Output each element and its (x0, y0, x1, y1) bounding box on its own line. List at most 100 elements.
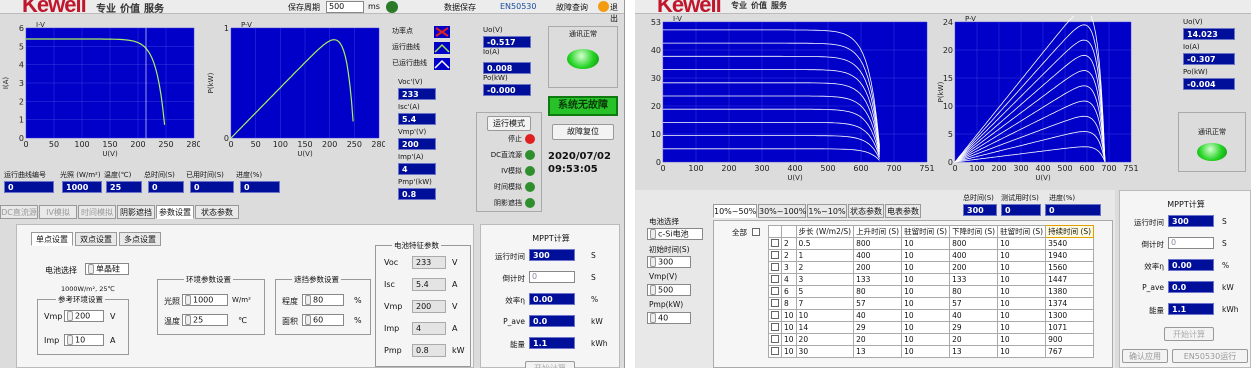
tab-item[interactable]: 状态参数 (195, 205, 239, 219)
row-checkbox[interactable] (771, 310, 779, 319)
stepper-icon (67, 335, 73, 345)
light-value: 1000 (62, 181, 102, 193)
row-select-cell[interactable] (768, 333, 782, 346)
row-checkbox[interactable] (771, 250, 779, 259)
menu-item[interactable]: 价值 (751, 0, 767, 11)
table-row: 10 10 40 10 40 10 1300 (768, 309, 1095, 322)
table-cell: 200 (853, 261, 903, 274)
select-all-checkbox[interactable] (752, 228, 760, 236)
voc-label: Voc'(V) (398, 78, 423, 86)
data-save-button[interactable]: 数据保存 (444, 2, 476, 13)
row-select-cell[interactable] (768, 273, 782, 286)
menu-item[interactable]: 专业 (96, 0, 116, 15)
tab-item[interactable]: 10%~50% (713, 204, 757, 218)
quit-button[interactable]: 退出 (610, 2, 624, 24)
vmp-input[interactable]: 500 (647, 284, 691, 296)
shade-deg-value: 80 (313, 295, 324, 305)
menu-item[interactable]: 价值 (120, 0, 140, 15)
start-calc-button[interactable]: 开始计算 (1164, 327, 1214, 341)
confirm-apply-button[interactable]: 确认应用 (1122, 349, 1168, 363)
row-checkbox[interactable] (771, 238, 779, 247)
x-tick-label: 500 (1057, 164, 1072, 173)
quit-icon[interactable] (598, 1, 609, 12)
row-select-cell[interactable] (768, 321, 782, 334)
table-cell: 30 (795, 345, 855, 358)
row-checkbox[interactable] (771, 286, 779, 295)
fault-query-button[interactable]: 故障查询 (556, 2, 588, 13)
fault-reset-button[interactable]: 故障复位 (552, 124, 614, 140)
comm-led-icon (1197, 143, 1227, 161)
row-select-cell[interactable] (768, 285, 782, 298)
tab-item[interactable]: 30%~100% (758, 204, 806, 218)
tab-item[interactable]: 1%~10% (807, 204, 847, 218)
vmp-value: 500 (658, 285, 674, 295)
tab-item[interactable]: 电表参数 (885, 204, 921, 218)
left-screen: Kewell 专业 价值 服务 保存周期 500 ms 数据保存 EN50530… (0, 0, 625, 368)
row-select-cell[interactable] (768, 249, 782, 262)
tab-item[interactable]: 参数设置 (156, 205, 194, 219)
ref-imp-input[interactable]: 10 (64, 334, 104, 346)
env-temp-input[interactable]: 25 (182, 314, 228, 326)
row-select-cell[interactable] (768, 261, 782, 274)
subtab-item[interactable]: 多点设置 (119, 232, 161, 246)
shade-area-input[interactable]: 60 (302, 314, 344, 326)
menu-item[interactable]: 服务 (144, 0, 164, 15)
save-led-icon (386, 1, 398, 13)
menu-item[interactable]: 专业 (731, 0, 747, 11)
en50530-run-button[interactable]: EN50530运行 (1172, 349, 1248, 363)
battery-select[interactable]: 单晶硅 (85, 263, 129, 275)
battery-select[interactable]: c-Si电池 (647, 228, 703, 240)
pmp-input[interactable]: 40 (647, 312, 691, 324)
table-cell: 1380 (1045, 285, 1095, 298)
table-cell: 10 (901, 321, 951, 334)
run-mode-label: 阴影遮挡 (494, 199, 522, 207)
comm-status: 通讯正常 (1178, 112, 1246, 172)
right-screen: Kewell 专业 价值 服务 I-V 0 100 200 300 400 500 600 70… (635, 0, 1251, 368)
uo-label: Uo(V) (1183, 18, 1203, 26)
subtab-item[interactable]: 单点设置 (31, 232, 73, 246)
shade-area-label: 面积 (282, 317, 298, 326)
row-checkbox[interactable] (771, 322, 779, 331)
ref-imp-value: 10 (75, 335, 86, 345)
table-cell: 10 (901, 237, 951, 250)
tab-item[interactable]: 时间模拟 (78, 205, 116, 219)
run-mode-item[interactable]: 停止 (477, 134, 541, 150)
run-mode-item[interactable]: 阴影遮挡 (477, 198, 541, 214)
en50530-button[interactable]: EN50530 (500, 2, 537, 11)
table-cell: 6 (781, 285, 797, 298)
run-mode-item[interactable]: DC直流源 (477, 150, 541, 166)
tab-item[interactable]: 阴影遮挡 (117, 205, 155, 219)
table-cell: 1 (795, 249, 855, 262)
tab-item[interactable]: IV模拟 (39, 205, 77, 219)
comm-label: 通讯正常 (569, 30, 597, 38)
save-period-input[interactable]: 500 (326, 1, 364, 13)
init-time-input[interactable]: 300 (647, 256, 691, 268)
subtab-item[interactable]: 双点设置 (75, 232, 117, 246)
countdown-unit: S (1222, 239, 1227, 248)
tab-item[interactable]: 状态参数 (848, 204, 884, 218)
row-checkbox[interactable] (771, 346, 779, 355)
row-select-cell[interactable] (768, 345, 782, 358)
features-title: 电池特征参数 (392, 240, 441, 251)
row-checkbox[interactable] (771, 262, 779, 271)
table-row: 4 3 133 10 133 10 1447 (768, 273, 1095, 286)
row-checkbox[interactable] (771, 298, 779, 307)
run-mode-item[interactable]: IV模拟 (477, 166, 541, 182)
feature-label: Vmp (384, 302, 403, 311)
row-select-cell[interactable] (768, 237, 782, 250)
run-time-value[interactable]: 300 (529, 249, 575, 261)
run-mode-item[interactable]: 时间模拟 (477, 182, 541, 198)
row-select-cell[interactable] (768, 297, 782, 310)
row-checkbox[interactable] (771, 334, 779, 343)
ref-vmp-input[interactable]: 200 (64, 310, 104, 322)
tab-item[interactable]: DC直流源 (0, 205, 38, 219)
shade-deg-input[interactable]: 80 (302, 294, 344, 306)
menu-item[interactable]: 服务 (771, 0, 787, 11)
table-cell: 29 (949, 321, 999, 334)
start-calc-button[interactable]: 开始计算 (525, 361, 575, 368)
row-select-cell[interactable] (768, 309, 782, 322)
env-light-input[interactable]: 1000 (182, 294, 228, 306)
table-cell: 1300 (1045, 309, 1095, 322)
run-time-value[interactable]: 300 (1168, 215, 1214, 227)
row-checkbox[interactable] (771, 274, 779, 283)
